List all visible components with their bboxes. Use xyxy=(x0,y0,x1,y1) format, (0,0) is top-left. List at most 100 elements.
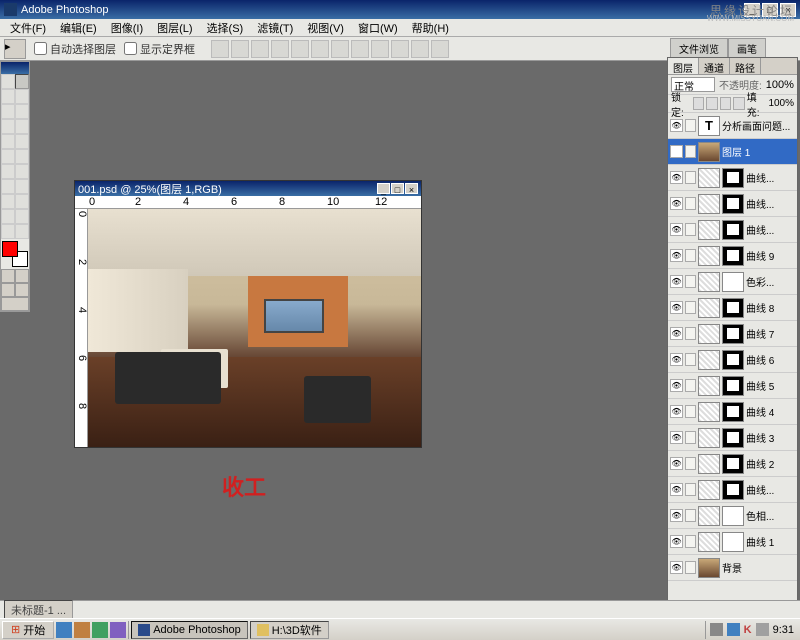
mask-thumbnail[interactable] xyxy=(722,506,744,526)
move-tool[interactable] xyxy=(15,74,29,89)
visibility-icon[interactable]: 👁 xyxy=(670,561,683,574)
mask-thumbnail[interactable] xyxy=(722,480,744,500)
layer-name[interactable]: 分析画面问题... xyxy=(722,118,795,133)
healing-tool[interactable] xyxy=(1,119,15,134)
type-tool[interactable] xyxy=(15,179,29,194)
layer-name[interactable]: 曲线... xyxy=(746,196,795,211)
layer-row[interactable]: 👁曲线 8 xyxy=(668,295,797,321)
layer-thumbnail[interactable] xyxy=(698,506,720,526)
layer-thumbnail[interactable] xyxy=(698,532,720,552)
layer-thumbnail[interactable] xyxy=(698,246,720,266)
layer-row[interactable]: 👁图层 1 xyxy=(668,139,797,165)
lock-transparency-icon[interactable] xyxy=(693,97,705,110)
blur-tool[interactable] xyxy=(1,164,15,179)
slice-tool[interactable] xyxy=(15,104,29,119)
menu-view[interactable]: 视图(V) xyxy=(301,18,350,38)
layer-thumbnail[interactable] xyxy=(698,142,720,162)
crop-tool[interactable] xyxy=(1,104,15,119)
brush-tool[interactable] xyxy=(15,119,29,134)
mask-thumbnail[interactable] xyxy=(722,402,744,422)
dodge-tool[interactable] xyxy=(15,164,29,179)
tray-k-icon[interactable]: K xyxy=(744,624,752,636)
link-icon[interactable] xyxy=(685,171,696,184)
mask-thumbnail[interactable] xyxy=(722,298,744,318)
layer-thumbnail[interactable] xyxy=(698,376,720,396)
visibility-icon[interactable]: 👁 xyxy=(670,535,683,548)
layer-name[interactable]: 背景 xyxy=(722,560,795,575)
opacity-value[interactable]: 100% xyxy=(766,79,794,91)
visibility-icon[interactable]: 👁 xyxy=(670,223,683,236)
layer-row[interactable]: 👁曲线... xyxy=(668,165,797,191)
notes-tool[interactable] xyxy=(1,209,15,224)
distribute-icon[interactable] xyxy=(431,40,449,58)
link-icon[interactable] xyxy=(685,483,696,496)
align-icon[interactable] xyxy=(251,40,269,58)
distribute-icon[interactable] xyxy=(371,40,389,58)
standard-mode[interactable] xyxy=(1,269,15,283)
link-icon[interactable] xyxy=(685,275,696,288)
doc-close-button[interactable]: × xyxy=(405,183,418,194)
layer-thumbnail[interactable] xyxy=(698,350,720,370)
layer-row[interactable]: 👁 曲线 9 xyxy=(668,243,797,269)
quicklaunch-icon[interactable] xyxy=(110,622,126,638)
layer-thumbnail[interactable] xyxy=(698,168,720,188)
pen-tool[interactable] xyxy=(1,194,15,209)
show-bounds-checkbox[interactable]: 显示定界框 xyxy=(124,41,195,57)
layer-thumbnail[interactable] xyxy=(698,324,720,344)
link-icon[interactable] xyxy=(685,249,696,262)
toolbox-header[interactable] xyxy=(1,62,29,74)
layer-name[interactable]: 曲线... xyxy=(746,170,795,185)
fill-value[interactable]: 100% xyxy=(768,98,794,109)
layer-row[interactable]: 👁曲线... xyxy=(668,477,797,503)
layer-row[interactable]: 👁曲线 3 xyxy=(668,425,797,451)
lock-pixels-icon[interactable] xyxy=(706,97,718,110)
eyedropper-tool[interactable] xyxy=(15,209,29,224)
layer-name[interactable]: 曲线 4 xyxy=(746,404,795,419)
layer-row[interactable]: 👁色彩... xyxy=(668,269,797,295)
layer-thumbnail[interactable] xyxy=(698,194,720,214)
layer-name[interactable]: 曲线 8 xyxy=(746,300,795,315)
layer-thumbnail[interactable] xyxy=(698,298,720,318)
link-icon[interactable] xyxy=(685,197,696,210)
doc-maximize-button[interactable]: □ xyxy=(391,183,404,194)
paths-tab[interactable]: 路径 xyxy=(730,58,761,74)
layer-name[interactable]: 色相... xyxy=(746,508,795,523)
taskbar-task[interactable]: H:\3D软件 xyxy=(250,621,329,639)
layer-name[interactable]: 曲线 7 xyxy=(746,326,795,341)
layer-name[interactable]: 色彩... xyxy=(746,274,795,289)
mask-thumbnail[interactable] xyxy=(722,376,744,396)
menu-file[interactable]: 文件(F) xyxy=(4,18,52,38)
layer-row[interactable]: 👁色相... xyxy=(668,503,797,529)
layer-name[interactable]: 曲线 2 xyxy=(746,456,795,471)
history-brush-tool[interactable] xyxy=(15,134,29,149)
layer-row[interactable]: 👁曲线 1 xyxy=(668,529,797,555)
lock-all-icon[interactable] xyxy=(733,97,745,110)
layer-thumbnail[interactable] xyxy=(698,402,720,422)
layer-row[interactable]: 👁曲线... xyxy=(668,217,797,243)
visibility-icon[interactable]: 👁 xyxy=(670,457,683,470)
distribute-icon[interactable] xyxy=(331,40,349,58)
layer-name[interactable]: 曲线 9 xyxy=(746,248,795,263)
start-button[interactable]: ⊞ 开始 xyxy=(2,621,54,639)
layer-thumbnail[interactable]: T xyxy=(698,116,720,136)
layer-name[interactable]: 曲线... xyxy=(746,482,795,497)
mask-thumbnail[interactable] xyxy=(722,168,744,188)
layer-name[interactable]: 曲线 5 xyxy=(746,378,795,393)
mask-thumbnail[interactable] xyxy=(722,428,744,448)
visibility-icon[interactable]: 👁 xyxy=(670,249,683,262)
menu-window[interactable]: 窗口(W) xyxy=(352,18,404,38)
layer-row[interactable]: 👁 曲线 5 xyxy=(668,373,797,399)
visibility-icon[interactable]: 👁 xyxy=(670,353,683,366)
color-swatches[interactable] xyxy=(2,241,28,267)
layer-thumbnail[interactable] xyxy=(698,480,720,500)
canvas[interactable] xyxy=(88,209,421,447)
layer-row[interactable]: 👁曲线... xyxy=(668,191,797,217)
align-icon[interactable] xyxy=(291,40,309,58)
gradient-tool[interactable] xyxy=(15,149,29,164)
visibility-icon[interactable]: 👁 xyxy=(670,379,683,392)
lasso-tool[interactable] xyxy=(1,89,15,104)
mask-thumbnail[interactable] xyxy=(722,220,744,240)
foreground-color[interactable] xyxy=(2,241,18,257)
doc-minimize-button[interactable]: _ xyxy=(377,183,390,194)
tray-icon[interactable] xyxy=(727,623,740,636)
